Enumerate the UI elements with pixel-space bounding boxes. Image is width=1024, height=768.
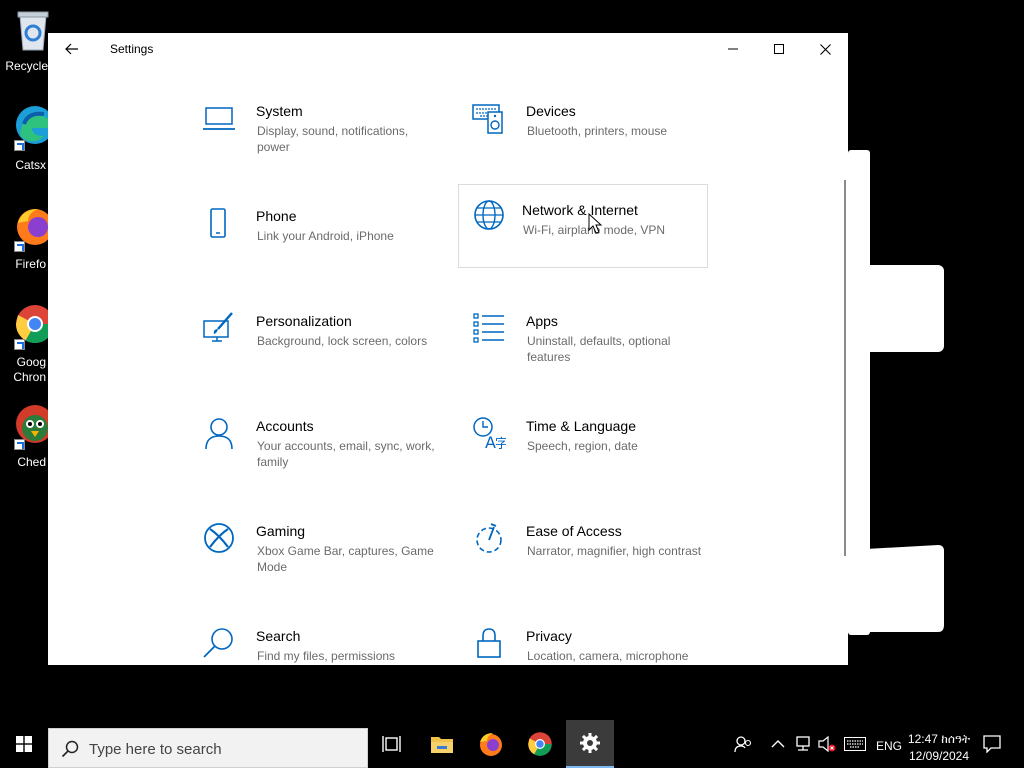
- maximize-button[interactable]: [756, 33, 802, 65]
- category-title: Search: [256, 628, 301, 644]
- network-status-button[interactable]: [793, 734, 813, 754]
- action-center-button[interactable]: [980, 732, 1004, 756]
- category-description: Wi-Fi, airplane mode, VPN: [523, 223, 666, 237]
- wallpaper-graphic: [848, 150, 944, 635]
- category-ease-of-access[interactable]: Ease of Access Narrator, magnifier, high…: [462, 509, 712, 593]
- category-time-language[interactable]: A 字 Time & Language Speech, region, date: [462, 404, 712, 488]
- notification-icon: [983, 735, 1001, 753]
- chrome-taskbar-button[interactable]: [516, 720, 564, 768]
- minimize-button[interactable]: [710, 33, 756, 65]
- close-button[interactable]: [802, 33, 848, 65]
- category-description: Background, lock screen, colors: [257, 334, 428, 348]
- title-bar[interactable]: Settings: [48, 33, 848, 65]
- category-apps[interactable]: Apps Uninstall, defaults, optional featu…: [462, 299, 712, 383]
- category-description: Find my files, permissions: [257, 649, 396, 663]
- category-search[interactable]: Search Find my files, permissions: [192, 614, 442, 665]
- category-description: Xbox Game Bar, captures, Game Mode: [257, 544, 434, 574]
- clock-time: 12:47 ከሰዓት: [907, 732, 971, 746]
- clock-date: 12/09/2024: [908, 749, 970, 763]
- keyboard-speaker-icon: [472, 104, 503, 134]
- gear-icon: [580, 733, 600, 753]
- phone-icon: [210, 208, 226, 238]
- category-personalization[interactable]: Personalization Background, lock screen,…: [192, 299, 442, 383]
- input-language-indicator[interactable]: ENG: [876, 739, 902, 753]
- back-arrow-icon: [65, 43, 78, 55]
- recycle-bin-icon: [17, 11, 49, 51]
- category-description: Narrator, magnifier, high contrast: [527, 544, 702, 558]
- category-title: Network & Internet: [522, 202, 638, 218]
- firefox-icon: [480, 733, 502, 756]
- volume-button[interactable]: [817, 734, 837, 754]
- category-gaming[interactable]: Gaming Xbox Game Bar, captures, Game Mod…: [192, 509, 442, 593]
- category-title: Devices: [526, 103, 576, 119]
- person-icon: [205, 418, 233, 450]
- people-button[interactable]: [733, 734, 753, 754]
- mouse-cursor-icon: [588, 213, 602, 234]
- network-icon: [796, 736, 810, 751]
- apps-list-icon: [473, 313, 504, 343]
- people-icon: [734, 736, 752, 753]
- firefox-taskbar-button[interactable]: [467, 720, 515, 768]
- task-view-button[interactable]: [368, 720, 416, 768]
- ease-of-access-icon: [476, 523, 502, 553]
- category-description: Speech, region, date: [527, 439, 638, 453]
- globe-icon: [474, 200, 504, 230]
- category-description: Display, sound, notifications, power: [257, 124, 409, 154]
- category-description: Your accounts, email, sync, work, family: [257, 439, 435, 469]
- svg-text:字: 字: [495, 437, 506, 450]
- settings-taskbar-button[interactable]: [566, 720, 614, 768]
- maximize-icon: [774, 44, 784, 54]
- category-title: Ease of Access: [526, 523, 622, 539]
- category-title: Personalization: [256, 313, 352, 329]
- category-privacy[interactable]: Privacy Location, camera, microphone: [462, 614, 712, 665]
- category-network-internet[interactable]: Network & Internet Wi-Fi, airplane mode,…: [458, 184, 708, 268]
- keyboard-icon: [844, 737, 866, 751]
- volume-muted-icon: [818, 736, 836, 752]
- paint-brush-icon: [203, 312, 233, 342]
- category-title: Gaming: [256, 523, 306, 539]
- category-system[interactable]: System Display, sound, notifications, po…: [192, 89, 442, 173]
- category-title: Time & Language: [526, 418, 636, 434]
- category-phone[interactable]: Phone Link your Android, iPhone: [192, 194, 442, 278]
- scrollbar[interactable]: [844, 180, 846, 556]
- category-title: System: [256, 103, 303, 119]
- start-button[interactable]: [0, 720, 48, 768]
- minimize-icon: [728, 48, 738, 50]
- category-description: Bluetooth, printers, mouse: [527, 124, 668, 138]
- folder-icon: [431, 737, 453, 753]
- category-title: Accounts: [256, 418, 314, 434]
- category-title: Apps: [526, 313, 558, 329]
- back-button[interactable]: [58, 37, 86, 61]
- category-description: Link your Android, iPhone: [257, 229, 394, 243]
- taskbar: Type here to search ENG 12:47 ከሰዓት 12/09…: [0, 720, 1024, 768]
- search-icon: [203, 628, 233, 658]
- laptop-icon: [203, 107, 235, 130]
- search-icon: [61, 740, 79, 758]
- taskbar-search-box[interactable]: Type here to search: [48, 728, 368, 768]
- close-icon: [819, 43, 831, 55]
- settings-window: Settings System Display, sound, notifica…: [48, 33, 848, 665]
- category-description: Uninstall, defaults, optional features: [527, 334, 671, 364]
- task-view-icon: [382, 736, 401, 752]
- category-accounts[interactable]: Accounts Your accounts, email, sync, wor…: [192, 404, 442, 488]
- chevron-up-icon: [771, 740, 785, 748]
- windows-logo-icon: [16, 736, 32, 752]
- category-devices[interactable]: Devices Bluetooth, printers, mouse: [462, 89, 712, 173]
- category-description: Location, camera, microphone: [527, 649, 689, 663]
- touch-keyboard-button[interactable]: [843, 734, 867, 754]
- file-explorer-button[interactable]: [418, 720, 466, 768]
- lock-icon: [477, 628, 501, 658]
- category-title: Phone: [256, 208, 297, 224]
- clock[interactable]: 12:47 ከሰዓት 12/09/2024: [907, 731, 971, 765]
- window-title: Settings: [110, 42, 154, 56]
- time-language-icon: A 字: [473, 417, 506, 450]
- category-title: Privacy: [526, 628, 572, 644]
- chrome-icon: [528, 732, 552, 756]
- show-hidden-icons-button[interactable]: [769, 734, 787, 754]
- xbox-icon: [204, 523, 234, 553]
- search-placeholder: Type here to search: [89, 741, 222, 758]
